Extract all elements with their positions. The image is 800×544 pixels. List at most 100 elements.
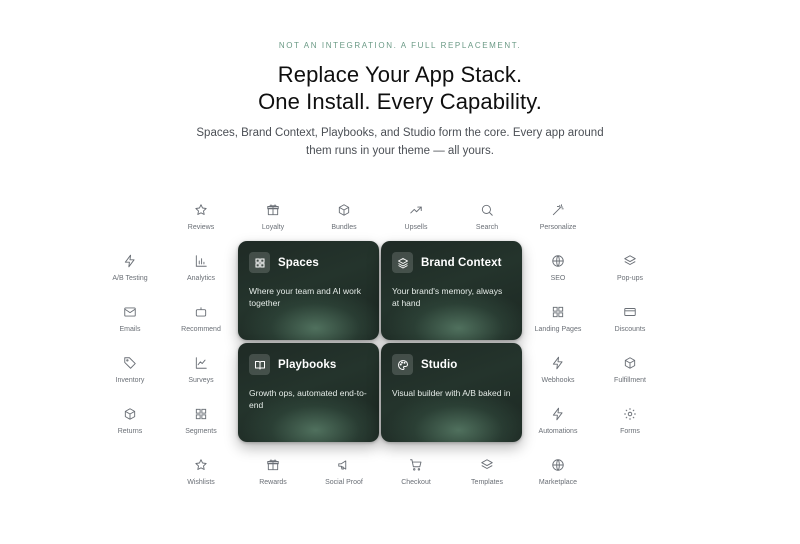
magic-wand-icon (551, 203, 565, 217)
headline-line-1: Replace Your App Stack. (277, 62, 523, 87)
grid-icon (249, 252, 270, 273)
card-description: Growth ops, automated end-to-end (249, 388, 367, 410)
app-label: Inventory (115, 377, 145, 384)
app-label: Webhooks (541, 377, 575, 384)
palette-icon (392, 354, 413, 375)
app-inventory[interactable]: Inventory (98, 355, 162, 395)
app-label: Analytics (186, 275, 215, 282)
app-label: Marketplace (538, 479, 578, 486)
app-label: A/B Testing (112, 275, 148, 282)
app-label: Fulfillment (614, 377, 646, 384)
card-description: Your brand's memory, always at hand (392, 286, 503, 308)
app-fulfillment[interactable]: Fulfillment (598, 355, 662, 395)
grid-icon (194, 407, 208, 421)
app-ab-testing[interactable]: A/B Testing (98, 253, 162, 293)
app-rewards[interactable]: Rewards (241, 457, 305, 497)
app-checkout[interactable]: Checkout (384, 457, 448, 497)
app-reviews[interactable]: Reviews (169, 202, 233, 242)
hero-subtext: Spaces, Brand Context, Playbooks, and St… (196, 127, 604, 157)
app-label: Templates (471, 479, 503, 486)
star-icon (194, 203, 208, 217)
lightning-icon (551, 356, 565, 370)
grid-icon (551, 305, 565, 319)
card-title: Playbooks (278, 358, 337, 371)
hero-headline: Replace Your App Stack. One Install. Eve… (0, 61, 800, 115)
lightning-icon (123, 254, 137, 268)
app-discounts[interactable]: Discounts (598, 304, 662, 344)
layers-icon (480, 458, 494, 472)
line-chart-icon (194, 356, 208, 370)
globe-icon (551, 458, 565, 472)
app-forms[interactable]: Forms (598, 406, 662, 446)
app-templates[interactable]: Templates (455, 457, 519, 497)
app-recommend[interactable]: Recommend (169, 304, 233, 344)
lightning-icon (551, 407, 565, 421)
core-card-spaces[interactable]: Spaces Where your team and AI work toget… (238, 241, 379, 340)
search-icon (480, 203, 494, 217)
app-returns[interactable]: Returns (98, 406, 162, 446)
app-emails[interactable]: Emails (98, 304, 162, 344)
card-title: Brand Context (421, 256, 502, 269)
app-label: Search (475, 224, 499, 231)
gear-icon (623, 407, 637, 421)
app-label: Checkout (401, 479, 431, 486)
tag-icon (123, 356, 137, 370)
credit-card-icon (623, 305, 637, 319)
robot-icon (194, 305, 208, 319)
app-marketplace[interactable]: Marketplace (526, 457, 590, 497)
core-card-studio[interactable]: Studio Visual builder with A/B baked in (381, 343, 522, 442)
app-label: Reviews (187, 224, 215, 231)
app-label: Recommend (181, 326, 221, 333)
app-label: Rewards (259, 479, 287, 486)
app-label: Emails (119, 326, 141, 333)
app-search[interactable]: Search (455, 202, 519, 242)
gift-icon (266, 203, 280, 217)
app-personalize[interactable]: Personalize (526, 202, 590, 242)
app-upsells[interactable]: Upsells (384, 202, 448, 242)
app-social-proof[interactable]: Social Proof (312, 457, 376, 497)
book-icon (249, 354, 270, 375)
app-label: SEO (550, 275, 566, 282)
app-label: Bundles (331, 224, 357, 231)
app-label: Surveys (188, 377, 214, 384)
app-surveys[interactable]: Surveys (169, 355, 233, 395)
app-webhooks[interactable]: Webhooks (526, 355, 590, 395)
app-bundles[interactable]: Bundles (312, 202, 376, 242)
core-card-brand-context[interactable]: Brand Context Your brand's memory, alway… (381, 241, 522, 340)
trending-up-icon (409, 203, 423, 217)
app-label: Personalize (539, 224, 577, 231)
app-label: Wishlists (187, 479, 215, 486)
app-label: Social Proof (325, 479, 363, 486)
card-description: Visual builder with A/B baked in (392, 388, 511, 398)
app-seo[interactable]: SEO (526, 253, 590, 293)
app-landing-pages[interactable]: Landing Pages (526, 304, 590, 344)
app-pop-ups[interactable]: Pop-ups (598, 253, 662, 293)
app-label: Returns (117, 428, 143, 435)
card-title: Studio (421, 358, 458, 371)
hero-eyebrow: NOT AN INTEGRATION. A FULL REPLACEMENT. (278, 41, 522, 50)
app-analytics[interactable]: Analytics (169, 253, 233, 293)
app-segments[interactable]: Segments (169, 406, 233, 446)
app-label: Automations (538, 428, 578, 435)
core-card-playbooks[interactable]: Playbooks Growth ops, automated end-to-e… (238, 343, 379, 442)
headline-line-2: One Install. Every Capability. (258, 89, 542, 114)
gift-icon (266, 458, 280, 472)
box-icon (123, 407, 137, 421)
app-loyalty[interactable]: Loyalty (241, 202, 305, 242)
globe-icon (551, 254, 565, 268)
card-description: Where your team and AI work together (249, 286, 361, 308)
star-icon (194, 458, 208, 472)
app-wishlists[interactable]: Wishlists (169, 457, 233, 497)
layers-icon (623, 254, 637, 268)
app-label: Forms (620, 428, 640, 435)
megaphone-icon (337, 458, 351, 472)
app-label: Upsells (404, 224, 428, 231)
card-title: Spaces (278, 256, 319, 269)
app-label: Discounts (614, 326, 646, 333)
box-icon (623, 356, 637, 370)
box-icon (337, 203, 351, 217)
app-label: Loyalty (261, 224, 285, 231)
app-label: Pop-ups (616, 275, 644, 282)
cart-icon (409, 458, 423, 472)
app-automations[interactable]: Automations (526, 406, 590, 446)
